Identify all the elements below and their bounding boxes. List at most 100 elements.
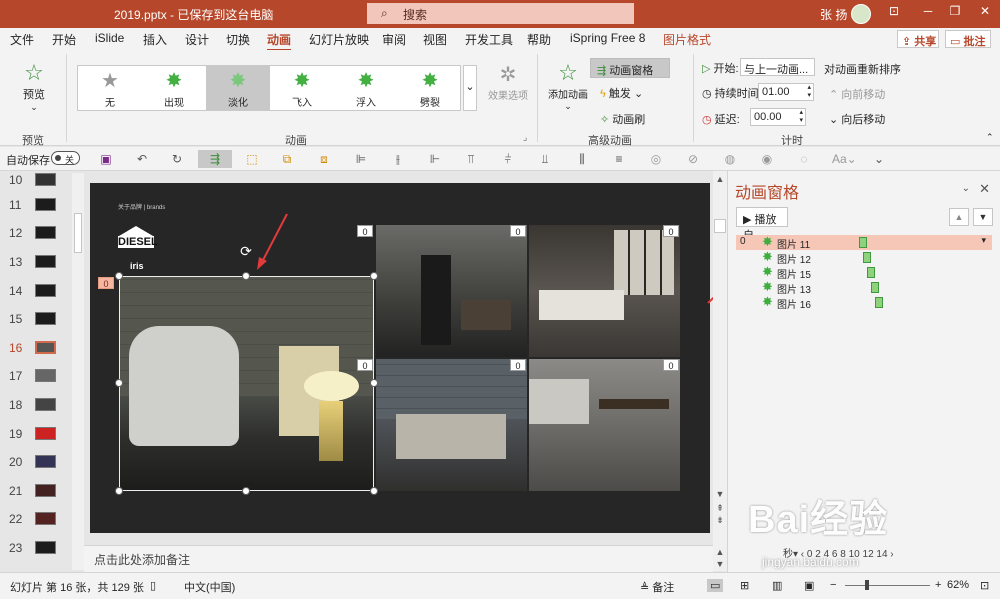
select-icon[interactable]: ⬚ <box>243 150 261 168</box>
notes-button[interactable]: ≜ 备注 <box>640 579 674 595</box>
effect-options-button[interactable]: ✲ 效果选项 <box>487 62 529 102</box>
animation-pane-button[interactable]: ⇶ 动画窗格 <box>590 58 670 78</box>
timeline-bar[interactable] <box>863 252 871 263</box>
search-box[interactable]: ⌕ 搜索 <box>367 3 634 24</box>
thumbnail-item[interactable]: 15 <box>0 310 70 330</box>
photo-armchair[interactable] <box>119 276 374 491</box>
photo-side-table[interactable] <box>376 225 527 357</box>
resize-handle[interactable] <box>115 272 123 280</box>
shape-subtract-icon[interactable]: ◌ <box>795 150 813 168</box>
item-menu-icon[interactable]: ▾ <box>981 235 986 246</box>
next-slide-icon[interactable]: ⇟ <box>714 515 726 527</box>
resize-handle[interactable] <box>115 379 123 387</box>
tab-design[interactable]: 设计 <box>185 31 209 48</box>
tab-picture-format[interactable]: 图片格式 <box>663 31 711 48</box>
shape-combine-icon[interactable]: ⊘ <box>684 150 702 168</box>
distribute-vertical-icon[interactable]: ≡ <box>610 150 628 168</box>
resize-handle[interactable] <box>242 487 250 495</box>
tab-islide[interactable]: iSlide <box>95 31 124 45</box>
resize-handle[interactable] <box>242 272 250 280</box>
anim-fade[interactable]: ✸ 淡化 <box>206 66 270 110</box>
anim-float-in[interactable]: ✸ 浮入 <box>334 66 398 110</box>
preview-button[interactable]: ☆ 预览 ⌄ <box>18 60 50 113</box>
zoom-level[interactable]: 62% <box>947 579 969 591</box>
thumbnail-item[interactable]: 22 <box>0 510 70 530</box>
thumbnail-item[interactable]: 12 <box>0 224 70 244</box>
previous-slide-icon[interactable]: ⇞ <box>714 503 726 515</box>
move-down-icon[interactable]: ▼ <box>973 208 993 226</box>
animation-pane-qat-icon[interactable]: ⇶ <box>198 150 232 168</box>
normal-view-icon[interactable]: ▭ <box>707 579 724 592</box>
tab-review[interactable]: 审阅 <box>382 31 406 48</box>
save-icon[interactable]: ▣ <box>97 150 115 168</box>
move-up-icon[interactable]: ▲ <box>949 208 969 226</box>
notes-scroll-up-icon[interactable]: ▲ <box>714 547 726 559</box>
start-select[interactable]: 与上一动画... <box>740 58 815 76</box>
minimize-button[interactable]: ─ <box>918 4 938 18</box>
thumbnail-item-current[interactable]: 16 <box>0 339 70 359</box>
thumbnail-item[interactable]: 17 <box>0 367 70 387</box>
reading-view-icon[interactable]: ▥ <box>772 579 782 592</box>
photo-sofa[interactable] <box>376 359 527 491</box>
share-button[interactable]: ⇪ 共享 <box>897 30 939 48</box>
ungroup-icon[interactable]: ⧈ <box>315 150 333 168</box>
zoom-out-icon[interactable]: − <box>830 579 836 591</box>
thumbnail-item[interactable]: 23 <box>0 539 70 559</box>
thumbnail-item[interactable]: 13 <box>0 253 70 273</box>
pane-options-icon[interactable]: ⌄ <box>962 183 970 194</box>
zoom-slider-knob[interactable] <box>865 580 869 590</box>
font-size-icon[interactable]: Aa⌄ <box>832 150 857 168</box>
resize-handle[interactable] <box>115 487 123 495</box>
fit-to-window-icon[interactable]: ⊡ <box>980 579 989 592</box>
scroll-up-icon[interactable]: ▲ <box>714 174 726 186</box>
align-middle-icon[interactable]: ⫩ <box>499 150 517 168</box>
tab-ispring[interactable]: iSpring Free 8 <box>570 31 645 45</box>
timeline-bar[interactable] <box>875 297 883 308</box>
thumbnail-item[interactable]: 20 <box>0 453 70 473</box>
notes-scroll-down-icon[interactable]: ▼ <box>714 559 726 571</box>
thumbnail-item[interactable]: 14 <box>0 282 70 302</box>
customize-qat-icon[interactable]: ⌄ <box>870 150 888 168</box>
tab-insert[interactable]: 插入 <box>143 31 167 48</box>
autosave-toggle[interactable]: 关 <box>51 151 80 165</box>
animation-painter-button[interactable]: ✧ 动画刷 <box>600 111 645 127</box>
tab-slideshow[interactable]: 幻灯片放映 <box>309 31 369 48</box>
play-from-button[interactable]: ▶ 播放自 <box>736 207 788 242</box>
thumbnail-scrollbar[interactable] <box>72 173 84 570</box>
tab-file[interactable]: 文件 <box>10 31 34 48</box>
zoom-in-icon[interactable]: + <box>935 579 941 591</box>
scrollbar-thumb[interactable] <box>714 219 726 233</box>
slide-sorter-icon[interactable]: ⊞ <box>740 579 749 592</box>
thumbnail-item[interactable]: 11 <box>0 196 70 216</box>
anim-none[interactable]: ★ 无 <box>78 66 142 110</box>
move-earlier-button[interactable]: ⌃ 向前移动 <box>829 86 885 102</box>
trigger-button[interactable]: ϟ 触发 ⌄ <box>600 85 643 101</box>
close-icon[interactable]: ✕ <box>979 181 990 197</box>
shape-union-icon[interactable]: ◎ <box>647 150 665 168</box>
collapse-ribbon-icon[interactable]: ⌃ <box>986 132 994 143</box>
align-center-icon[interactable]: ⫲ <box>389 150 407 168</box>
align-left-icon[interactable]: ⊫ <box>352 150 370 168</box>
resize-handle[interactable] <box>370 272 378 280</box>
shape-fragment-icon[interactable]: ◍ <box>721 150 739 168</box>
language[interactable]: 中文(中国) <box>184 579 235 595</box>
spinner-icon[interactable]: ▴ ▾ <box>799 109 803 125</box>
resize-handle[interactable] <box>370 379 378 387</box>
duration-input[interactable]: 01.00 ▴ ▾ <box>758 83 814 101</box>
move-later-button[interactable]: ⌄ 向后移动 <box>829 111 885 127</box>
tab-transitions[interactable]: 切换 <box>226 31 250 48</box>
zoom-slider[interactable] <box>845 580 930 590</box>
thumbnail-item[interactable]: 21 <box>0 482 70 502</box>
user-name[interactable]: 张 扬 <box>820 6 847 23</box>
accessibility-icon[interactable]: ▯ <box>150 579 156 592</box>
notes-pane[interactable]: 点击此处添加备注 <box>84 545 713 572</box>
ribbon-display-icon[interactable]: ⊡ <box>884 4 904 18</box>
tab-view[interactable]: 视图 <box>423 31 447 48</box>
photo-dining[interactable] <box>529 359 680 491</box>
timeline-bar[interactable] <box>871 282 879 293</box>
resize-handle[interactable] <box>370 487 378 495</box>
thumbnail-item[interactable]: 19 <box>0 425 70 445</box>
distribute-horizontal-icon[interactable]: ⫼ <box>573 150 591 168</box>
align-top-icon[interactable]: ⫪ <box>462 150 480 168</box>
animation-item[interactable]: 0 ✸ 图片 11 ▾ <box>736 234 992 251</box>
